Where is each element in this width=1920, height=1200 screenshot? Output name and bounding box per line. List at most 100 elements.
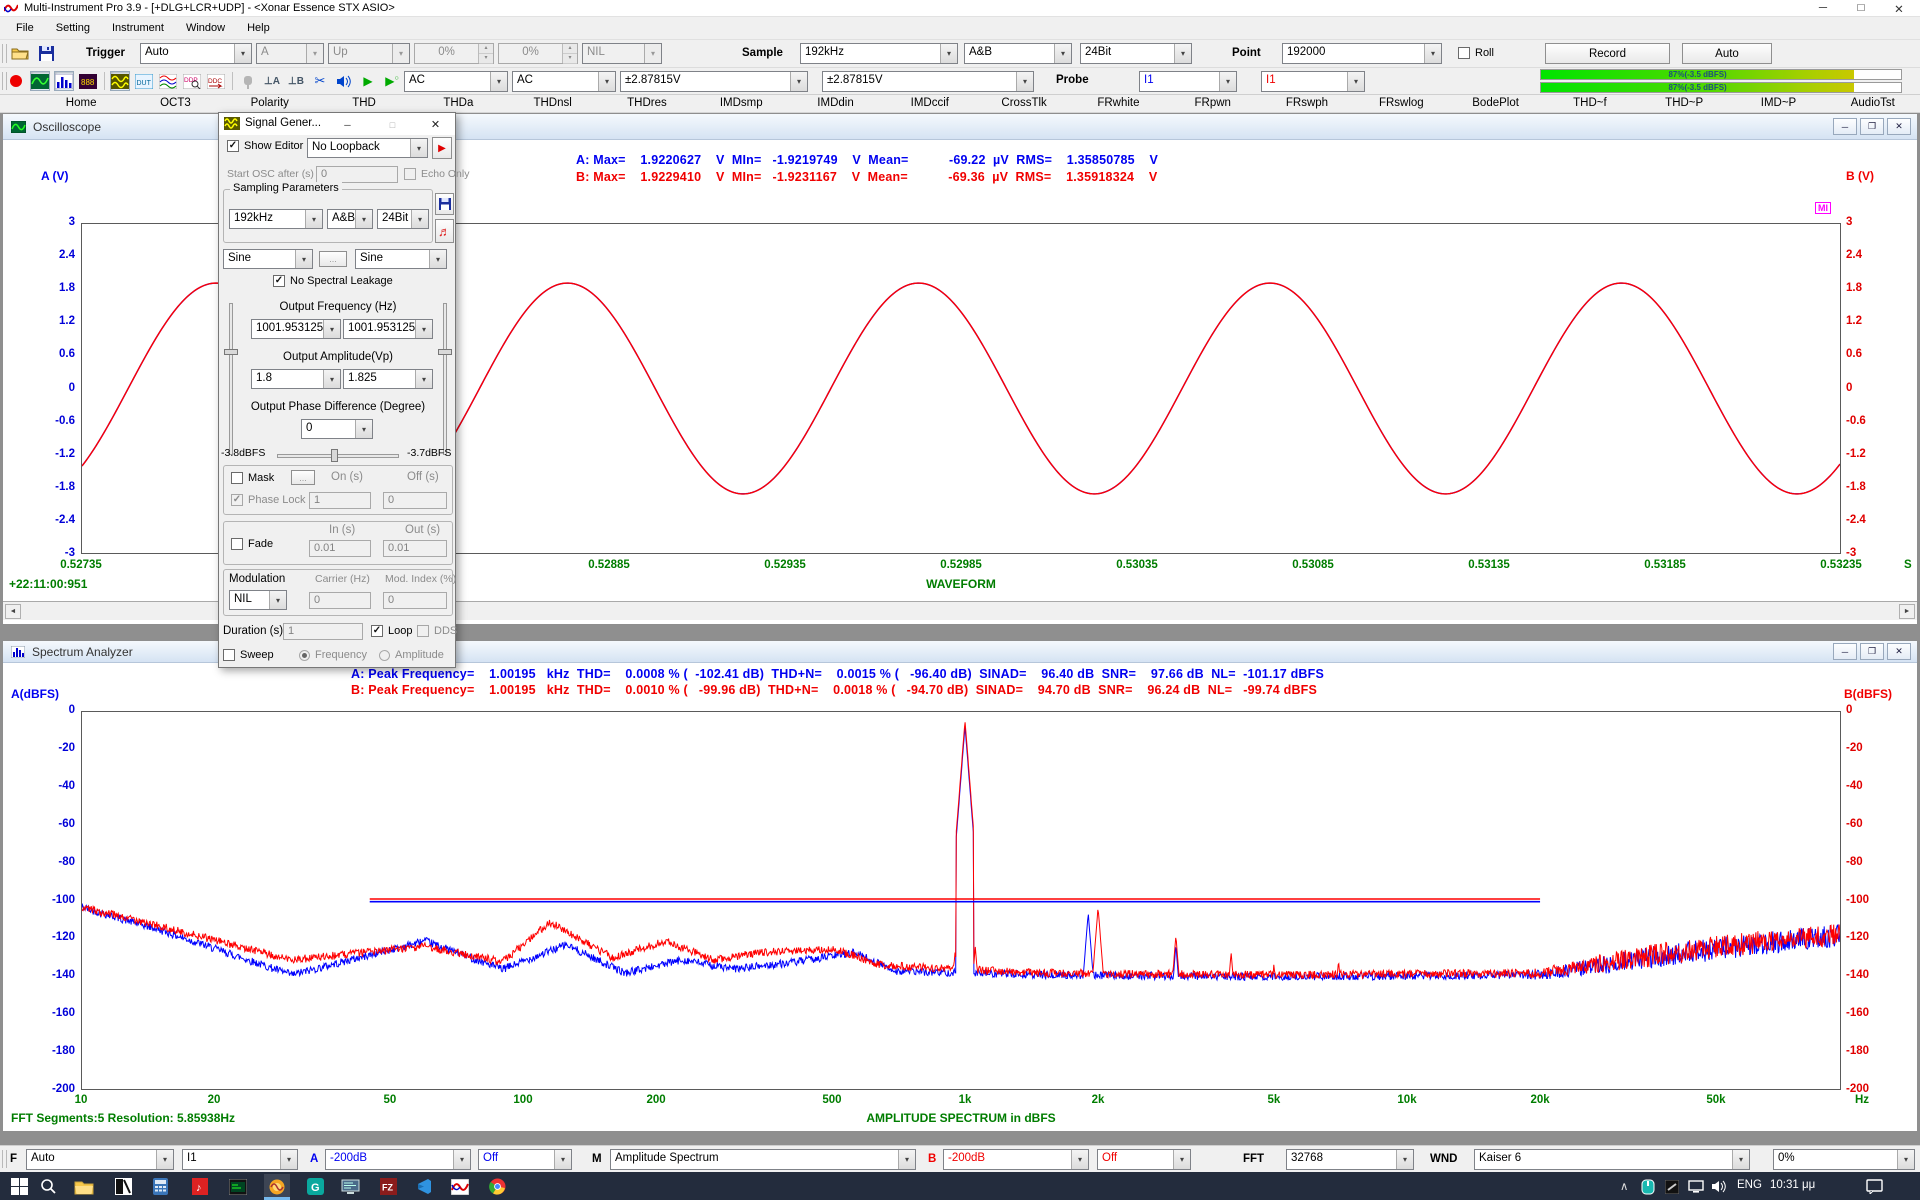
multimeter-icon[interactable]: 888 — [78, 71, 98, 91]
taskbar-filezilla-icon[interactable]: FZ — [375, 1174, 401, 1199]
dropdown-arrow-icon[interactable]: ▾ — [1054, 44, 1071, 63]
data-logger-icon[interactable]: DDC — [206, 71, 226, 91]
probe-a-select[interactable]: I1▾ — [1139, 71, 1237, 92]
trigger-delay-spinner[interactable]: 0%▴▾ — [498, 43, 578, 64]
sweep-checkbox[interactable]: Sweep — [223, 649, 274, 661]
taskbar-file-explorer-icon[interactable] — [71, 1174, 97, 1199]
fade-checkbox[interactable]: Fade — [231, 538, 273, 550]
ground-a-icon[interactable]: ⊥A — [262, 71, 282, 91]
show-editor-checkbox[interactable]: ✓Show Editor — [227, 140, 303, 152]
spinner-buttons[interactable]: ▴▾ — [478, 44, 493, 63]
save-icon[interactable] — [36, 43, 56, 63]
dropdown-arrow-icon[interactable]: ▾ — [392, 44, 409, 63]
tab-thda[interactable]: THDa — [411, 95, 505, 112]
tray-network-icon[interactable] — [1686, 1174, 1706, 1199]
carrier-input[interactable]: 0 — [309, 592, 371, 609]
tab-imddin[interactable]: IMDdin — [788, 95, 882, 112]
taskbar-calculator-icon[interactable] — [147, 1174, 173, 1199]
dropdown-arrow-icon[interactable]: ▾ — [898, 1150, 915, 1169]
dropdown-arrow-icon[interactable]: ▾ — [554, 1150, 571, 1169]
duration-input[interactable]: 1 — [283, 623, 363, 640]
coupling-a-select[interactable]: AC▾ — [404, 71, 508, 92]
tab-thd[interactable]: THD — [317, 95, 411, 112]
tab-imdccif[interactable]: IMDccif — [883, 95, 977, 112]
fade-out-input[interactable]: 0.01 — [383, 540, 447, 557]
dropdown-arrow-icon[interactable]: ▾ — [598, 72, 615, 91]
dropdown-arrow-icon[interactable]: ▾ — [1071, 1150, 1088, 1169]
tab-frpwn[interactable]: FRpwn — [1166, 95, 1260, 112]
dropdown-arrow-icon[interactable]: ▾ — [295, 250, 312, 268]
run-loop-icon[interactable]: ▶○ — [382, 71, 402, 91]
window-close-button[interactable]: ✕ — [1882, 2, 1916, 16]
panel-close-button[interactable]: ✕ — [1887, 118, 1911, 135]
ground-b-icon[interactable]: ⊥B — [286, 71, 306, 91]
sweep-amplitude-radio[interactable]: Amplitude — [379, 649, 444, 661]
taskbar-system-monitor-icon[interactable] — [337, 1174, 363, 1199]
dropdown-arrow-icon[interactable]: ▾ — [156, 1150, 173, 1169]
checkbox-box[interactable] — [223, 649, 235, 661]
slider-thumb[interactable] — [331, 449, 338, 462]
menu-instrument[interactable]: Instrument — [102, 19, 174, 37]
play-music-button[interactable]: ♬ — [435, 219, 454, 243]
wave-options-button[interactable]: ... — [319, 251, 347, 267]
trigger-mode-select[interactable]: Auto▾ — [140, 43, 252, 64]
dropdown-arrow-icon[interactable]: ▾ — [940, 44, 957, 63]
checkbox-box[interactable]: ✓ — [273, 275, 285, 287]
dialog-title-bar[interactable]: Signal Gener... ─ □ ✕ — [219, 113, 455, 135]
generator-bits-select[interactable]: 24Bit▾ — [377, 209, 429, 229]
dropdown-arrow-icon[interactable]: ▾ — [490, 72, 507, 91]
tab-frswlog[interactable]: FRswlog — [1354, 95, 1448, 112]
taskbar-vscode-icon[interactable] — [411, 1174, 437, 1199]
spinner-down-icon[interactable]: ▾ — [479, 54, 493, 64]
modulation-type-select[interactable]: NIL▾ — [229, 590, 287, 610]
window-minimize-button[interactable]: ─ — [1806, 2, 1840, 14]
menu-setting[interactable]: Setting — [46, 19, 100, 37]
amplitude-b-select[interactable]: 1.825▾ — [343, 369, 433, 389]
range-b-select[interactable]: ±2.87815V▾ — [822, 71, 1034, 92]
panel-close-button[interactable]: ✕ — [1887, 643, 1911, 660]
sample-rate-select[interactable]: 192kHz▾ — [800, 43, 958, 64]
taskbar-teal-g-app-icon[interactable]: G — [302, 1174, 328, 1199]
dropdown-arrow-icon[interactable]: ▾ — [1219, 72, 1236, 91]
tab-frswph[interactable]: FRswph — [1260, 95, 1354, 112]
scroll-right-icon[interactable]: ► — [1899, 604, 1915, 619]
dds-checkbox[interactable]: DDS — [417, 625, 457, 637]
dialog-maximize-button[interactable]: □ — [384, 117, 401, 132]
range-b-select[interactable]: -200dB▾ — [943, 1149, 1089, 1170]
loop-checkbox[interactable]: ✓Loop — [371, 625, 412, 637]
derived-curves-icon[interactable] — [158, 71, 178, 91]
dropdown-arrow-icon[interactable]: ▾ — [269, 591, 286, 609]
oscilloscope-icon[interactable] — [30, 71, 50, 91]
taskbar-bw-app-icon[interactable] — [110, 1174, 136, 1199]
dialog-close-button[interactable]: ✕ — [427, 117, 444, 132]
scroll-left-icon[interactable]: ◄ — [5, 604, 21, 619]
dropdown-arrow-icon[interactable]: ▾ — [1424, 44, 1441, 63]
amplitude-a-select[interactable]: 1.8▾ — [251, 369, 341, 389]
panel-minimize-button[interactable]: ─ — [1833, 118, 1857, 135]
dropdown-arrow-icon[interactable]: ▾ — [323, 320, 340, 338]
taskbar-red-music-app-icon[interactable]: ♪ — [187, 1174, 213, 1199]
menu-help[interactable]: Help — [237, 19, 280, 37]
tab-crosstlk[interactable]: CrossTlk — [977, 95, 1071, 112]
smooth-b-select[interactable]: Off▾ — [1097, 1149, 1191, 1170]
spinner-down-icon[interactable]: ▾ — [563, 54, 577, 64]
point-count-select[interactable]: 192000▾ — [1282, 43, 1442, 64]
checkbox-box[interactable] — [404, 168, 416, 180]
phase-select[interactable]: 0▾ — [301, 419, 373, 439]
ddp-viewer-icon[interactable]: DDP — [182, 71, 202, 91]
tab-thdres[interactable]: THDres — [600, 95, 694, 112]
radio-circle[interactable] — [379, 650, 390, 661]
radio-circle[interactable] — [299, 650, 310, 661]
amplitude-slider-b[interactable] — [443, 303, 447, 455]
spinner-up-icon[interactable]: ▴ — [479, 44, 493, 54]
dropdown-arrow-icon[interactable]: ▾ — [1347, 72, 1364, 91]
frequency-b-select[interactable]: 1001.953125▾ — [343, 319, 433, 339]
phase-lock-checkbox[interactable]: ✓Phase Lock — [231, 494, 305, 506]
dropdown-arrow-icon[interactable]: ▾ — [323, 370, 340, 388]
freq-axis-select[interactable]: Auto▾ — [26, 1149, 174, 1170]
panel-restore-button[interactable]: ❐ — [1860, 118, 1884, 135]
tab-imd-p[interactable]: IMD~P — [1731, 95, 1825, 112]
sweep-frequency-radio[interactable]: Frequency — [299, 649, 367, 661]
save-signal-button[interactable] — [435, 193, 454, 215]
dropdown-arrow-icon[interactable]: ▾ — [1897, 1150, 1914, 1169]
